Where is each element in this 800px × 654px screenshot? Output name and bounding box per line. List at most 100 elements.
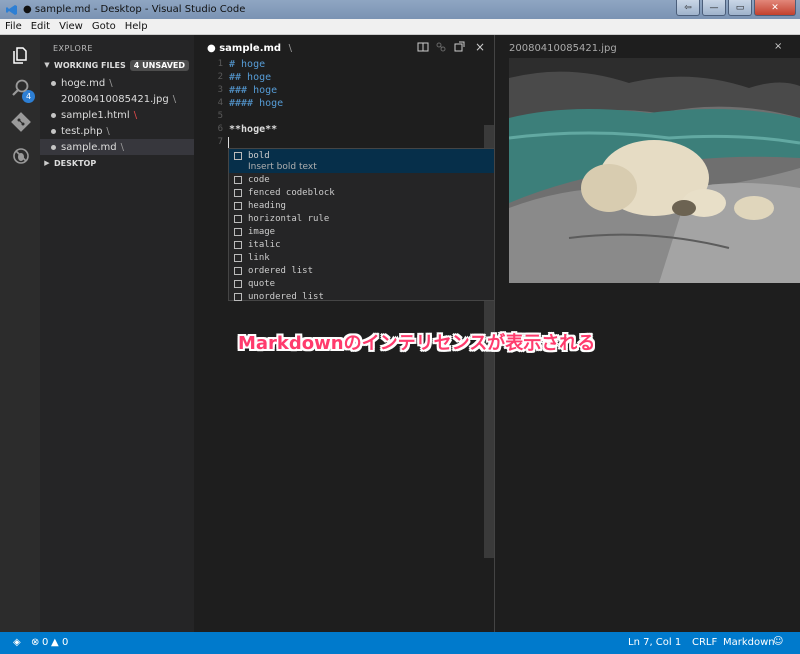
suggest-item[interactable]: code bbox=[229, 173, 494, 186]
error-count: 0 bbox=[42, 637, 49, 648]
debug-icon[interactable] bbox=[11, 146, 31, 166]
desktop-label: DESKTOP bbox=[54, 158, 97, 168]
working-files-header[interactable]: ▼ WORKING FILES 4 UNSAVED bbox=[40, 57, 194, 73]
warning-icon[interactable]: ▲ bbox=[51, 637, 59, 648]
open-preview-icon[interactable] bbox=[453, 41, 465, 53]
editor-tab-name: ● sample.md bbox=[207, 43, 282, 54]
suggest-description: Insert bold text bbox=[248, 162, 317, 172]
maximize-button[interactable]: ▭ bbox=[728, 0, 752, 16]
menu-help[interactable]: Help bbox=[120, 21, 152, 32]
snippet-icon bbox=[234, 266, 242, 275]
warning-count: 0 bbox=[62, 637, 69, 648]
suggest-label: fenced codeblock bbox=[248, 187, 335, 198]
file-name: sample.md bbox=[61, 141, 117, 153]
snippet-icon bbox=[234, 151, 242, 160]
suggest-item[interactable]: horizontal rule bbox=[229, 212, 494, 225]
suggest-label: quote bbox=[248, 278, 276, 289]
suggest-label: italic bbox=[248, 239, 281, 250]
suggest-label: unordered list bbox=[248, 291, 324, 302]
files-icon[interactable] bbox=[11, 45, 31, 65]
desktop-folder-header[interactable]: ▶ DESKTOP bbox=[40, 155, 194, 171]
menu-file[interactable]: File bbox=[0, 21, 26, 32]
line-number: 1 bbox=[217, 59, 223, 69]
cursor-position[interactable]: Ln 7, Col 1 bbox=[628, 637, 681, 648]
suggest-item[interactable]: italic bbox=[229, 238, 494, 251]
close-button[interactable]: ✕ bbox=[754, 0, 796, 16]
language-mode[interactable]: Markdown bbox=[723, 637, 775, 648]
unsaved-dot-icon bbox=[51, 112, 56, 118]
close-preview-icon[interactable]: × bbox=[774, 41, 782, 52]
line-number: 3 bbox=[217, 85, 223, 95]
back-button[interactable]: ⇦ bbox=[676, 0, 700, 16]
open-changes-icon[interactable] bbox=[435, 41, 447, 53]
suggest-item-selected[interactable]: bold bbox=[229, 149, 494, 162]
snippet-icon bbox=[234, 279, 242, 288]
line-text: # hoge bbox=[229, 59, 266, 70]
suggest-item[interactable]: image bbox=[229, 225, 494, 238]
git-icon[interactable] bbox=[11, 112, 31, 132]
line-number: 7 bbox=[217, 137, 223, 147]
error-icon[interactable]: ⊗ bbox=[31, 637, 39, 648]
vscode-app-icon bbox=[6, 4, 17, 15]
menu-view[interactable]: View bbox=[54, 21, 87, 32]
suggest-label: horizontal rule bbox=[248, 213, 330, 224]
title-bar: ● sample.md - Desktop - Visual Studio Co… bbox=[0, 0, 800, 19]
menu-bar: File Edit View Goto Help bbox=[0, 19, 800, 35]
caret-right-icon: ▶ bbox=[44, 159, 50, 167]
line-number: 6 bbox=[217, 124, 223, 134]
explorer-sidebar: EXPLORE ▼ WORKING FILES 4 UNSAVED hoge.m… bbox=[40, 35, 194, 632]
unsaved-dot-icon bbox=[51, 144, 56, 150]
suggest-item[interactable]: link bbox=[229, 251, 494, 264]
editor-tab-header: ● sample.md \ × bbox=[194, 35, 495, 60]
line-text: ### hoge bbox=[229, 85, 278, 96]
annotation-caption: Markdownのインテリセンスが表示される bbox=[238, 333, 596, 354]
activity-bar: 4 bbox=[0, 35, 40, 632]
file-name: test.php bbox=[61, 125, 103, 137]
polar-bear-photo bbox=[509, 58, 800, 283]
suggest-label: code bbox=[248, 174, 270, 185]
line-number: 5 bbox=[217, 111, 223, 121]
suggest-label: image bbox=[248, 226, 276, 237]
file-path-slash: \ bbox=[172, 93, 177, 105]
search-icon[interactable] bbox=[11, 78, 31, 98]
working-file-item[interactable]: test.php \ bbox=[40, 123, 194, 139]
file-path-slash: \ bbox=[120, 141, 124, 153]
git-sync-icon[interactable]: ◈ bbox=[13, 637, 21, 648]
split-editor-icon[interactable] bbox=[417, 41, 429, 53]
line-text: **hoge** bbox=[229, 124, 278, 135]
suggest-item[interactable]: fenced codeblock bbox=[229, 186, 494, 199]
text-cursor bbox=[228, 137, 229, 148]
editor-tab-slash: \ bbox=[288, 43, 292, 54]
suggest-item[interactable]: unordered list bbox=[229, 290, 494, 303]
editor-tab-title[interactable]: ● sample.md \ bbox=[207, 43, 292, 54]
suggest-item[interactable]: ordered list bbox=[229, 264, 494, 277]
snippet-icon bbox=[234, 188, 242, 197]
snippet-icon bbox=[234, 201, 242, 210]
working-file-item-active[interactable]: sample.md \ bbox=[40, 139, 194, 155]
unsaved-dot-icon bbox=[51, 128, 56, 134]
preview-title: 20080410085421.jpg bbox=[509, 43, 617, 54]
snippet-icon bbox=[234, 292, 242, 301]
suggest-item[interactable]: quote bbox=[229, 277, 494, 290]
menu-goto[interactable]: Goto bbox=[87, 21, 120, 32]
file-path-slash: \ bbox=[109, 77, 113, 89]
status-bar: ◈ ⊗ 0 ▲ 0 Ln 7, Col 1 CRLF Markdown ☺ bbox=[0, 632, 800, 654]
window-title: ● sample.md - Desktop - Visual Studio Co… bbox=[23, 4, 246, 15]
snippet-icon bbox=[234, 214, 242, 223]
suggest-label: link bbox=[248, 252, 270, 263]
minimize-button[interactable]: — bbox=[702, 0, 726, 16]
close-editor-icon[interactable]: × bbox=[475, 40, 485, 54]
feedback-smiley-icon[interactable]: ☺ bbox=[773, 636, 783, 647]
unsaved-badge: 4 UNSAVED bbox=[129, 59, 190, 71]
line-ending[interactable]: CRLF bbox=[692, 637, 717, 648]
working-file-item[interactable]: sample1.html \ bbox=[40, 107, 194, 123]
working-file-item[interactable]: hoge.md \ bbox=[40, 75, 194, 91]
file-path-slash: \ bbox=[106, 125, 110, 137]
caret-down-icon: ▼ bbox=[44, 61, 50, 69]
menu-edit[interactable]: Edit bbox=[26, 21, 54, 32]
snippet-icon bbox=[234, 227, 242, 236]
file-path-slash: \ bbox=[133, 109, 138, 121]
suggest-item[interactable]: heading bbox=[229, 199, 494, 212]
working-file-item[interactable]: 20080410085421.jpg \ bbox=[40, 91, 194, 107]
suggest-widget: bold Insert bold text code fenced codebl… bbox=[228, 148, 495, 303]
